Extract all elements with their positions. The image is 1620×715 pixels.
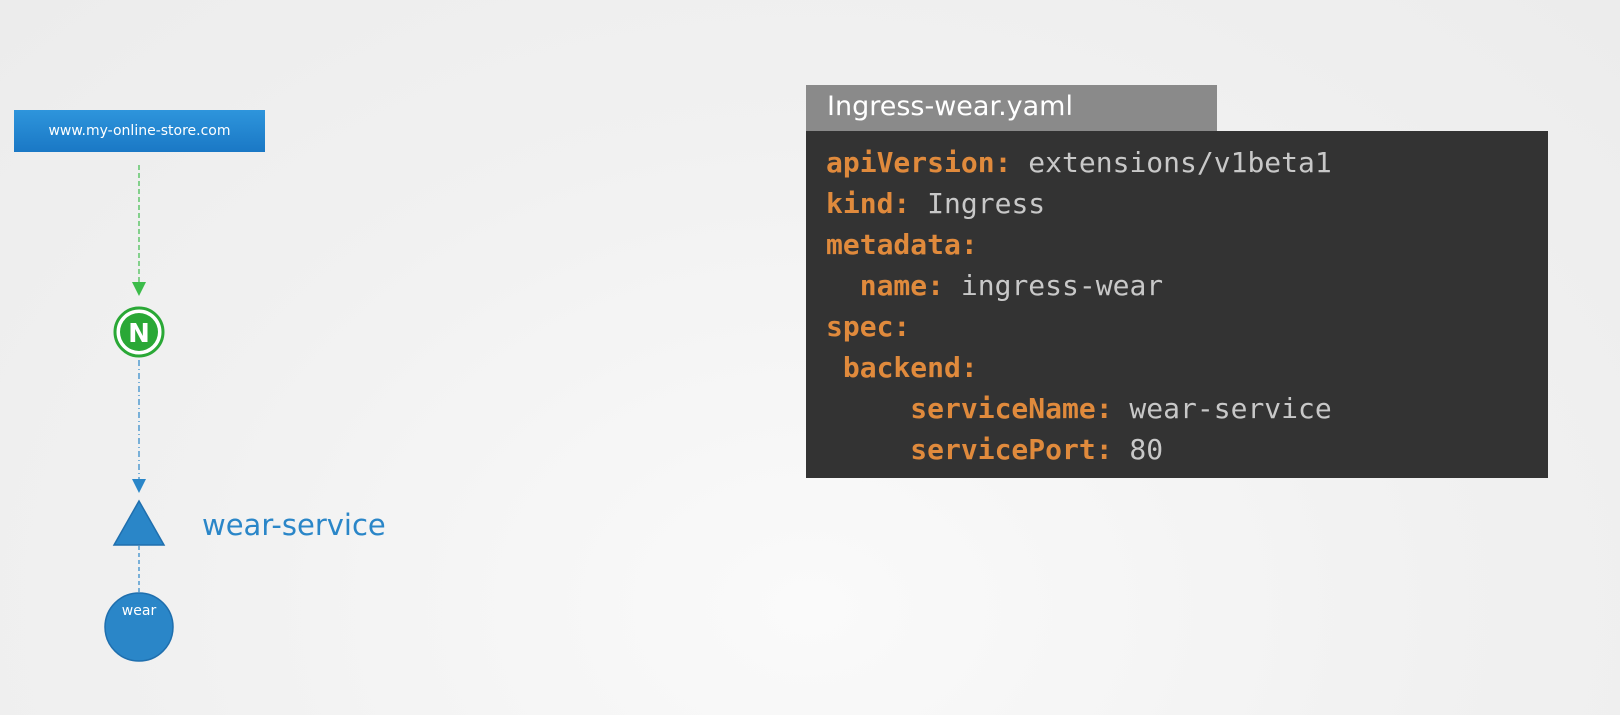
yaml-value: extensions/v1beta1: [1011, 146, 1332, 179]
yaml-key: serviceName:: [826, 392, 1113, 425]
yaml-value: Ingress: [910, 187, 1046, 220]
service-label: wear-service: [202, 508, 386, 542]
yaml-key: spec:: [826, 310, 911, 343]
yaml-key: servicePort:: [826, 433, 1113, 466]
service-triangle-icon: [112, 499, 166, 546]
yaml-code-panel: apiVersion: extensions/v1beta1 kind: Ing…: [806, 131, 1548, 478]
yaml-key: apiVersion:: [826, 146, 1012, 179]
yaml-value: 80: [1112, 433, 1164, 466]
nginx-icon: N: [113, 306, 165, 358]
code-line: serviceName: wear-service: [826, 388, 1548, 429]
code-line: backend:: [826, 347, 1548, 388]
code-line: spec:: [826, 306, 1548, 347]
code-line: servicePort: 80: [826, 429, 1548, 470]
pod-label: wear: [121, 603, 157, 619]
yaml-filename: Ingress-wear.yaml: [827, 91, 1073, 122]
yaml-key: kind:: [826, 187, 911, 220]
controller-arrowhead: [132, 282, 146, 296]
code-line: kind: Ingress: [826, 183, 1548, 224]
code-line: apiVersion: extensions/v1beta1: [826, 142, 1548, 183]
nginx-letter: N: [128, 319, 150, 349]
yaml-filename-tab: Ingress-wear.yaml: [806, 85, 1217, 131]
yaml-key: metadata:: [826, 228, 978, 261]
code-line: name: ingress-wear: [826, 265, 1548, 306]
yaml-key: backend:: [826, 351, 978, 384]
yaml-value: wear-service: [1112, 392, 1332, 425]
yaml-key: name:: [826, 269, 945, 302]
code-line: metadata:: [826, 224, 1548, 265]
service-arrowhead: [132, 479, 146, 493]
yaml-value: ingress-wear: [944, 269, 1164, 302]
